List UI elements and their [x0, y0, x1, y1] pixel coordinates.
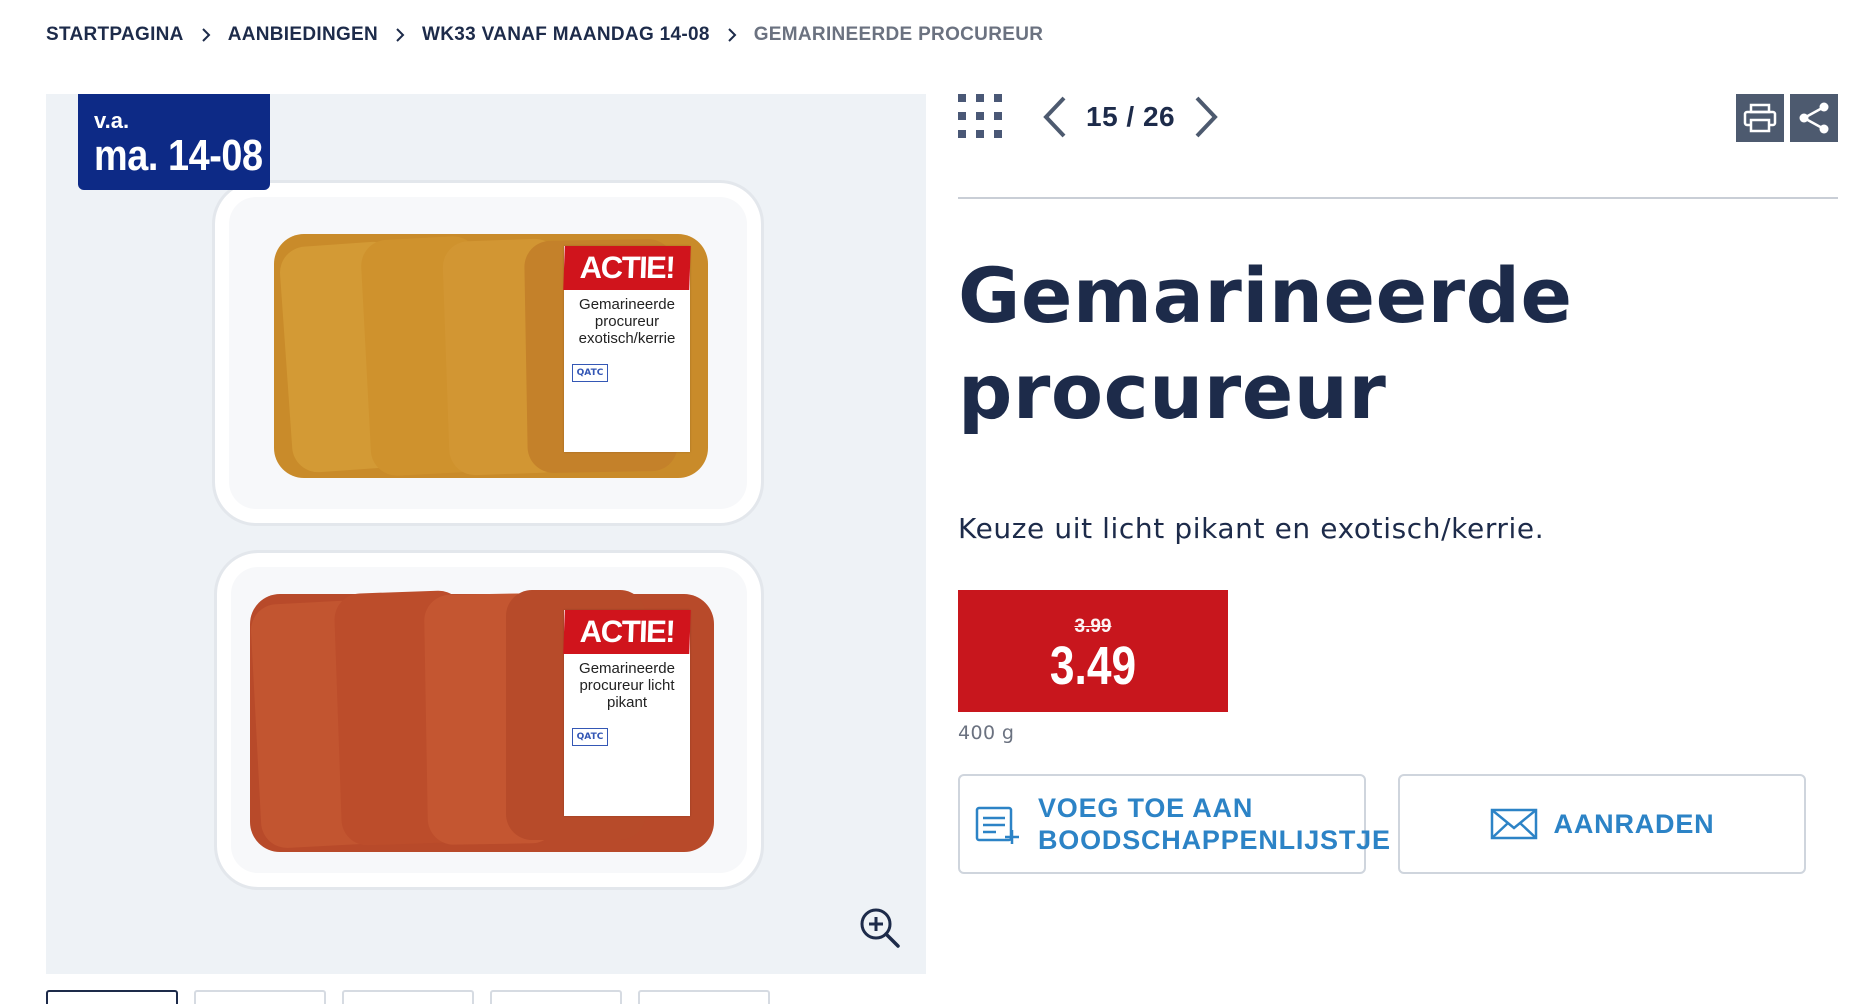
- product-title: Gemarineerde procureur: [958, 251, 1573, 436]
- thumbnail-strip: [46, 990, 770, 1004]
- date-badge-prefix: v.a.: [94, 108, 130, 133]
- recommend-label: AANRADEN: [1553, 809, 1715, 839]
- pager-count: 15 / 26: [1086, 101, 1176, 132]
- label-text: Gemarineerde procureur licht pikant: [579, 660, 675, 711]
- breadcrumb-current: GEMARINEERDE PROCUREUR: [753, 24, 1044, 45]
- add-to-shopping-list-button[interactable]: VOEG TOE AAN BOODSCHAPPENLIJSTJE: [958, 774, 1391, 874]
- old-price: 3.99: [1074, 616, 1112, 637]
- add-to-shopping-list-label: VOEG TOE AAN BOODSCHAPPENLIJSTJE: [1038, 793, 1391, 855]
- label-text: Gemarineerde procureur exotisch/kerrie: [578, 296, 676, 347]
- thumbnail[interactable]: [46, 990, 178, 1004]
- label-qa-logo: QATC: [572, 364, 608, 382]
- price-box: 3.99 3.49: [958, 590, 1228, 712]
- unit-size: 400 g: [958, 722, 1015, 744]
- breadcrumb-aanbiedingen[interactable]: AANBIEDINGEN: [228, 24, 378, 46]
- label-badge: ACTIE!: [563, 246, 691, 290]
- pager: 15 / 26: [1038, 92, 1223, 142]
- thumbnail[interactable]: [342, 990, 474, 1004]
- breadcrumb: STARTPAGINA AANBIEDINGEN WK33 VANAF MAAN…: [46, 24, 1043, 46]
- divider: [958, 197, 1838, 199]
- chevron-right-icon: [392, 25, 408, 45]
- date-badge: v.a. ma. 14-08: [78, 94, 270, 190]
- label-qa-logo: QATC: [572, 728, 608, 746]
- envelope-icon: [1490, 808, 1538, 840]
- share-icon[interactable]: [1790, 94, 1838, 142]
- chevron-right-icon: [198, 25, 214, 45]
- thumbnail[interactable]: [638, 990, 770, 1004]
- chevron-left-icon[interactable]: [1038, 93, 1072, 141]
- chevron-right-icon[interactable]: [1189, 93, 1223, 141]
- printer-icon[interactable]: [1736, 94, 1784, 142]
- label-badge: ACTIE!: [563, 610, 691, 654]
- date-badge-date: ma. 14-08: [94, 131, 263, 180]
- product-description: Keuze uit licht pikant en exotisch/kerri…: [958, 512, 1545, 545]
- product-label-bottom: ACTIE! Gemarineerde procureur licht pika…: [563, 610, 691, 816]
- breadcrumb-startpagina[interactable]: STARTPAGINA: [46, 24, 184, 46]
- grid-icon[interactable]: [958, 94, 1004, 140]
- current-price: 3.49: [1049, 636, 1137, 696]
- chevron-right-icon: [724, 25, 740, 45]
- thumbnail[interactable]: [490, 990, 622, 1004]
- thumbnail[interactable]: [194, 990, 326, 1004]
- shopping-list-add-icon: [974, 802, 1022, 846]
- zoom-in-icon[interactable]: [858, 906, 902, 950]
- product-image[interactable]: ACTIE! Gemarineerde procureur exotisch/k…: [46, 94, 926, 974]
- breadcrumb-week[interactable]: WK33 VANAF MAANDAG 14-08: [422, 24, 710, 46]
- product-label-top: ACTIE! Gemarineerde procureur exotisch/k…: [563, 246, 691, 452]
- recommend-button[interactable]: AANRADEN: [1398, 774, 1806, 874]
- product-toolbar: 15 / 26: [958, 92, 1838, 142]
